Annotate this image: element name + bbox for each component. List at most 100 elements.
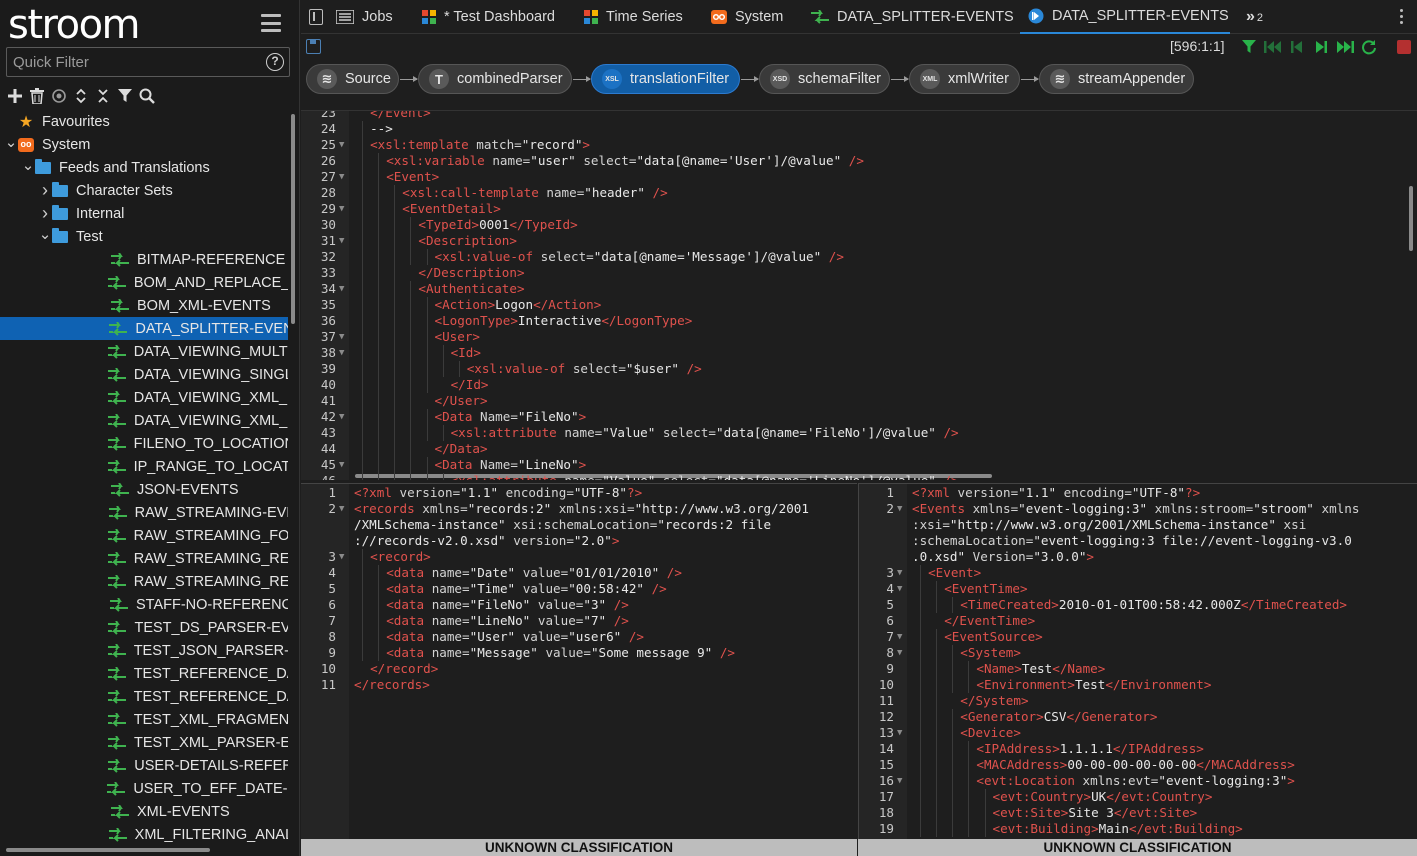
input-code-editor[interactable]: 1 <?xml version="1.1" encoding="UTF-8"?> 2… <box>301 483 857 839</box>
tree-item[interactable]: TEST_XML_PARSER-EVENTS <box>0 731 288 754</box>
fold-toggle-icon[interactable]: ▼ <box>339 329 344 345</box>
pipeline-element-translation-filter[interactable]: XSL translationFilter <box>591 64 740 94</box>
tree-item[interactable]: TEST_XML_FRAGMENT_PARS <box>0 708 288 731</box>
output-code-editor[interactable]: 1 <?xml version="1.1" encoding="UTF-8"?> 2… <box>858 483 1417 839</box>
add-icon[interactable] <box>6 87 24 105</box>
indent-guide <box>378 473 380 480</box>
tree-item[interactable]: TEST_REFERENCE_DATA_EFF <box>0 685 288 708</box>
more-tabs-button[interactable]: » 2 <box>1246 8 1263 26</box>
toggle-sidebar-icon[interactable] <box>309 9 323 25</box>
tree-item[interactable]: › Character Sets <box>0 179 288 202</box>
tab-3[interactable]: System <box>711 0 783 34</box>
fold-toggle-icon[interactable]: ▼ <box>339 201 344 217</box>
expand-all-icon[interactable] <box>72 87 90 105</box>
fold-toggle-icon[interactable]: ▼ <box>897 581 902 597</box>
fold-toggle-icon[interactable]: ▼ <box>897 565 902 581</box>
code-token: match= <box>476 137 522 152</box>
indent-guide <box>952 677 954 693</box>
tree-item[interactable]: BITMAP-REFERENCE <box>0 248 288 271</box>
fold-toggle-icon[interactable]: ▼ <box>339 169 344 185</box>
xslt-code-editor[interactable]: 23 </Event> 24 --> 25 ▼ <xsl:template match="r… <box>301 110 1417 480</box>
fold-toggle-icon[interactable]: ▼ <box>339 137 344 153</box>
chevron-down-icon[interactable]: ⌄ <box>21 156 35 174</box>
tree-item[interactable]: BOM_AND_REPLACE_XML-EV <box>0 271 288 294</box>
tab-1[interactable]: * Test Dashboard <box>422 0 555 34</box>
tree-item[interactable]: DATA_VIEWING_MULTI_LINE-E <box>0 340 288 363</box>
tree-item[interactable]: JSON-EVENTS <box>0 478 288 501</box>
code-line: 6 </EventTime> <box>859 613 1417 629</box>
tree-item[interactable]: RAW_STREAMING_READER-E' <box>0 547 288 570</box>
tree-item[interactable]: DATA_SPLITTER-EVENTS <box>0 317 288 340</box>
pipeline-element-source[interactable]: ≋ Source <box>306 64 399 94</box>
tree-item[interactable]: TEST_DS_PARSER-EVENTS <box>0 616 288 639</box>
chevron-down-icon[interactable]: ⌄ <box>4 133 18 151</box>
delete-icon[interactable] <box>28 87 46 105</box>
tab-0[interactable]: Jobs <box>336 0 393 34</box>
tab-2[interactable]: Time Series <box>584 0 683 34</box>
step-first-icon[interactable] <box>1264 38 1282 56</box>
tree-item[interactable]: FILENO_TO_LOCATION-REFER <box>0 432 288 455</box>
tree-item[interactable]: USER-DETAILS-REFERENCE <box>0 754 288 777</box>
step-forward-icon[interactable] <box>1312 38 1330 56</box>
help-icon[interactable]: ? <box>266 53 284 71</box>
chevron-down-icon[interactable]: ⌄ <box>38 225 52 243</box>
tree-item[interactable]: XML-EVENTS <box>0 800 288 823</box>
fold-toggle-icon[interactable]: ▼ <box>897 501 902 517</box>
fold-toggle-icon[interactable]: ▼ <box>897 629 902 645</box>
tree-item[interactable]: IP_RANGE_TO_LOCATION-REF <box>0 455 288 478</box>
locate-icon[interactable] <box>50 87 68 105</box>
tab-4[interactable]: DATA_SPLITTER-EVENTS <box>811 0 1014 34</box>
tree-item[interactable]: STAFF-NO-REFERENCE <box>0 593 288 616</box>
filter-icon[interactable] <box>116 87 134 105</box>
tree-item[interactable]: DATA_VIEWING_XML_SINGLE <box>0 409 288 432</box>
stop-stepping-button[interactable] <box>1397 40 1411 54</box>
fold-toggle-icon[interactable]: ▼ <box>339 457 344 473</box>
step-last-icon[interactable] <box>1336 38 1354 56</box>
tree-item[interactable]: TEST_REFERENCE_DATA-EVE <box>0 662 288 685</box>
tree-item[interactable]: ⌄ Test <box>0 225 288 248</box>
step-backward-icon[interactable] <box>1288 38 1306 56</box>
save-icon[interactable] <box>306 39 321 54</box>
tab-menu-icon[interactable] <box>1400 9 1403 24</box>
fold-toggle-icon[interactable]: ▼ <box>897 645 902 661</box>
tree-item[interactable]: ⌄ Feeds and Translations <box>0 156 288 179</box>
pipeline-element-stream-appender[interactable]: ≋ streamAppender <box>1039 64 1194 94</box>
tree-item[interactable]: XML_FILTERING_ANALYTIC <box>0 823 288 845</box>
refresh-icon[interactable] <box>1360 38 1378 56</box>
code-text: </System> <box>960 693 1028 709</box>
tree-item[interactable]: RAW_STREAMING_READER_F <box>0 570 288 593</box>
collapse-all-icon[interactable] <box>94 87 112 105</box>
search-icon[interactable] <box>138 87 156 105</box>
tree-horizontal-scrollbar[interactable] <box>6 848 210 852</box>
tree-item[interactable]: USER_TO_EFF_DATE-REFEREN <box>0 777 288 800</box>
line-number: 3 <box>328 549 336 564</box>
quick-filter-input[interactable] <box>7 48 257 76</box>
tree-item[interactable]: ⌄ System <box>0 133 288 156</box>
fold-toggle-icon[interactable]: ▼ <box>339 281 344 297</box>
fold-toggle-icon[interactable]: ▼ <box>339 233 344 249</box>
tree-item[interactable]: RAW_STREAMING-EVENTS <box>0 501 288 524</box>
tab-5[interactable]: DATA_SPLITTER-EVENTS <box>1020 0 1230 34</box>
pipeline-element-combined-parser[interactable]: TcombinedParser <box>418 64 572 94</box>
main-menu-icon[interactable] <box>261 14 281 32</box>
fold-toggle-icon[interactable]: ▼ <box>339 549 344 565</box>
step-filter-icon[interactable] <box>1240 38 1258 56</box>
tree-item[interactable]: DATA_VIEWING_XML_MULTI_L <box>0 386 288 409</box>
tree-vertical-scrollbar[interactable] <box>291 114 295 324</box>
code-text: <Id> <box>451 345 481 361</box>
tree-item[interactable]: › Internal <box>0 202 288 225</box>
chevron-right-icon[interactable]: › <box>38 180 52 201</box>
tree-item[interactable]: DATA_VIEWING_SINGLE_LINE <box>0 363 288 386</box>
tree-item[interactable]: RAW_STREAMING_FORK-EVEI <box>0 524 288 547</box>
fold-toggle-icon[interactable]: ▼ <box>339 345 344 361</box>
chevron-right-icon[interactable]: › <box>38 203 52 224</box>
fold-toggle-icon[interactable]: ▼ <box>897 725 902 741</box>
fold-toggle-icon[interactable]: ▼ <box>897 773 902 789</box>
tree-item[interactable]: TEST_JSON_PARSER-EVENTS <box>0 639 288 662</box>
tree-item[interactable]: ★ Favourites <box>0 110 288 133</box>
pipeline-element-schema-filter[interactable]: XSD schemaFilter <box>759 64 890 94</box>
fold-toggle-icon[interactable]: ▼ <box>339 501 344 517</box>
tree-item[interactable]: BOM_XML-EVENTS <box>0 294 288 317</box>
fold-toggle-icon[interactable]: ▼ <box>339 409 344 425</box>
pipeline-element-xml-writer[interactable]: XML xmlWriter <box>909 64 1020 94</box>
